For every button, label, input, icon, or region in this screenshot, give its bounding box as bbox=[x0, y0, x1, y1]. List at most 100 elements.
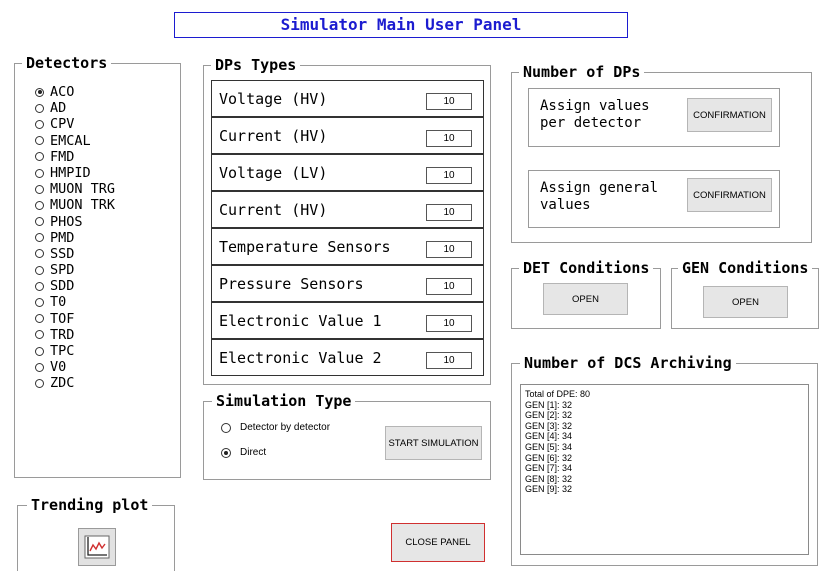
sim-option-detector-by-detector[interactable]: Detector by detector bbox=[221, 422, 330, 433]
detector-option-label: ZDC bbox=[50, 375, 75, 392]
detector-option[interactable]: EMCAL bbox=[35, 133, 115, 149]
sim-option-direct[interactable]: Direct bbox=[221, 447, 266, 458]
detector-option-label: FMD bbox=[50, 148, 75, 165]
detector-option[interactable]: TPC bbox=[35, 343, 115, 359]
detector-option[interactable]: AD bbox=[35, 100, 115, 116]
detector-option-label: HMPID bbox=[50, 164, 91, 181]
close-panel-button[interactable]: CLOSE PANEL bbox=[391, 523, 485, 562]
gen-conditions-label: GEN Conditions bbox=[678, 260, 813, 276]
detector-option[interactable]: TRD bbox=[35, 327, 115, 343]
archive-line: GEN [4]: 34 bbox=[525, 431, 573, 442]
dp-type-row: Current (HV) 10 bbox=[211, 117, 484, 154]
radio-icon bbox=[35, 217, 44, 227]
det-conditions-open-button[interactable]: OPEN bbox=[543, 283, 628, 315]
detector-option-label: SPD bbox=[50, 262, 75, 279]
dp-type-row: Pressure Sensors 10 bbox=[211, 265, 484, 302]
dp-type-label: Electronic Value 1 bbox=[219, 312, 382, 330]
general-values-text: Assign general values bbox=[540, 180, 659, 213]
detectors-label: Detectors bbox=[22, 55, 112, 71]
archive-line: GEN [9]: 32 bbox=[525, 484, 573, 495]
archive-line: GEN [3]: 32 bbox=[525, 420, 573, 431]
radio-icon bbox=[35, 314, 44, 324]
per-detector-text: Assign values per detector bbox=[540, 98, 650, 131]
radio-icon bbox=[35, 378, 44, 388]
dp-type-label: Current (HV) bbox=[219, 201, 328, 219]
archive-line: GEN [7]: 34 bbox=[525, 463, 573, 474]
detector-option-label: T0 bbox=[50, 294, 67, 311]
detector-option-label: MUON TRK bbox=[50, 197, 116, 214]
trending-plot-button[interactable] bbox=[78, 528, 116, 566]
radio-icon bbox=[35, 298, 44, 308]
dp-type-row: Voltage (HV) 10 bbox=[211, 80, 484, 117]
detector-option[interactable]: MUON TRG bbox=[35, 181, 115, 197]
detector-option[interactable]: MUON TRK bbox=[35, 197, 115, 213]
radio-icon bbox=[35, 346, 44, 356]
radio-icon bbox=[35, 184, 44, 194]
radio-icon bbox=[35, 152, 44, 162]
detector-option-label: V0 bbox=[50, 359, 67, 376]
dp-type-value-input[interactable]: 10 bbox=[426, 278, 472, 295]
dp-type-value-input[interactable]: 10 bbox=[426, 352, 472, 369]
dp-type-value-input[interactable]: 10 bbox=[426, 130, 472, 147]
archive-line: GEN [1]: 32 bbox=[525, 399, 573, 410]
detector-option[interactable]: SPD bbox=[35, 262, 115, 278]
per-detector-confirm-button[interactable]: CONFIRMATION bbox=[687, 98, 772, 132]
dp-type-row: Electronic Value 1 10 bbox=[211, 302, 484, 339]
dp-type-label: Voltage (LV) bbox=[219, 164, 328, 182]
detector-option-label: AD bbox=[50, 100, 67, 117]
detector-option[interactable]: SSD bbox=[35, 246, 115, 262]
dp-type-row: Voltage (LV) 10 bbox=[211, 154, 484, 191]
detector-option[interactable]: CPV bbox=[35, 116, 115, 132]
detector-option-label: SSD bbox=[50, 245, 75, 262]
detector-option-label: SDD bbox=[50, 278, 75, 295]
archive-line: GEN [5]: 34 bbox=[525, 441, 573, 452]
detector-option[interactable]: PHOS bbox=[35, 214, 115, 230]
detector-option-label: ACO bbox=[50, 84, 75, 100]
gen-conditions-open-button[interactable]: OPEN bbox=[703, 286, 788, 318]
dp-type-label: Current (HV) bbox=[219, 127, 328, 145]
radio-icon bbox=[35, 330, 44, 340]
detector-option-label: PMD bbox=[50, 229, 75, 246]
detector-option[interactable]: PMD bbox=[35, 230, 115, 246]
archive-line: GEN [2]: 32 bbox=[525, 410, 573, 421]
dp-types-label: DPs Types bbox=[211, 57, 301, 73]
detector-option-label: TPC bbox=[50, 343, 75, 359]
dp-type-row: Temperature Sensors 10 bbox=[211, 228, 484, 265]
detector-option[interactable]: ZDC bbox=[35, 375, 115, 391]
dcs-archiving-textarea[interactable]: Total of DPE: 80 GEN [1]: 32 GEN [2]: 32 GE… bbox=[520, 384, 809, 555]
trend-chart-icon bbox=[84, 535, 110, 559]
start-simulation-button[interactable]: START SIMULATION bbox=[385, 426, 482, 460]
detector-option[interactable]: V0 bbox=[35, 359, 115, 375]
detector-option[interactable]: FMD bbox=[35, 149, 115, 165]
dp-type-value-input[interactable]: 10 bbox=[426, 167, 472, 184]
radio-icon bbox=[35, 119, 44, 129]
detector-option-label: PHOS bbox=[50, 213, 83, 230]
panel-title: Simulator Main User Panel bbox=[174, 12, 628, 38]
dp-type-value-input[interactable]: 10 bbox=[426, 204, 472, 221]
radio-icon bbox=[35, 362, 44, 372]
detector-option[interactable]: HMPID bbox=[35, 165, 115, 181]
archive-line: GEN [8]: 32 bbox=[525, 473, 573, 484]
detector-option-label: TOF bbox=[50, 310, 75, 327]
radio-icon bbox=[221, 422, 231, 433]
radio-icon bbox=[35, 200, 44, 210]
detector-option[interactable]: ACO bbox=[35, 84, 115, 100]
detector-option[interactable]: TOF bbox=[35, 311, 115, 327]
dp-type-value-input[interactable]: 10 bbox=[426, 241, 472, 258]
dp-type-label: Pressure Sensors bbox=[219, 275, 364, 293]
trending-plot-label: Trending plot bbox=[27, 497, 153, 513]
dp-type-label: Voltage (HV) bbox=[219, 90, 328, 108]
radio-icon bbox=[35, 168, 44, 178]
dcs-archiving-label: Number of DCS Archiving bbox=[520, 355, 736, 371]
general-values-confirm-button[interactable]: CONFIRMATION bbox=[687, 178, 772, 212]
archive-line: Total of DPE: 80 bbox=[525, 389, 591, 399]
radio-icon bbox=[35, 103, 44, 113]
detector-option-label: EMCAL bbox=[50, 132, 91, 149]
radio-selected-icon bbox=[221, 447, 231, 458]
radio-icon bbox=[35, 265, 44, 275]
simulation-type-label: Simulation Type bbox=[212, 393, 356, 409]
detector-option[interactable]: T0 bbox=[35, 294, 115, 310]
dp-type-value-input[interactable]: 10 bbox=[426, 93, 472, 110]
dp-type-value-input[interactable]: 10 bbox=[426, 315, 472, 332]
detector-option[interactable]: SDD bbox=[35, 278, 115, 294]
